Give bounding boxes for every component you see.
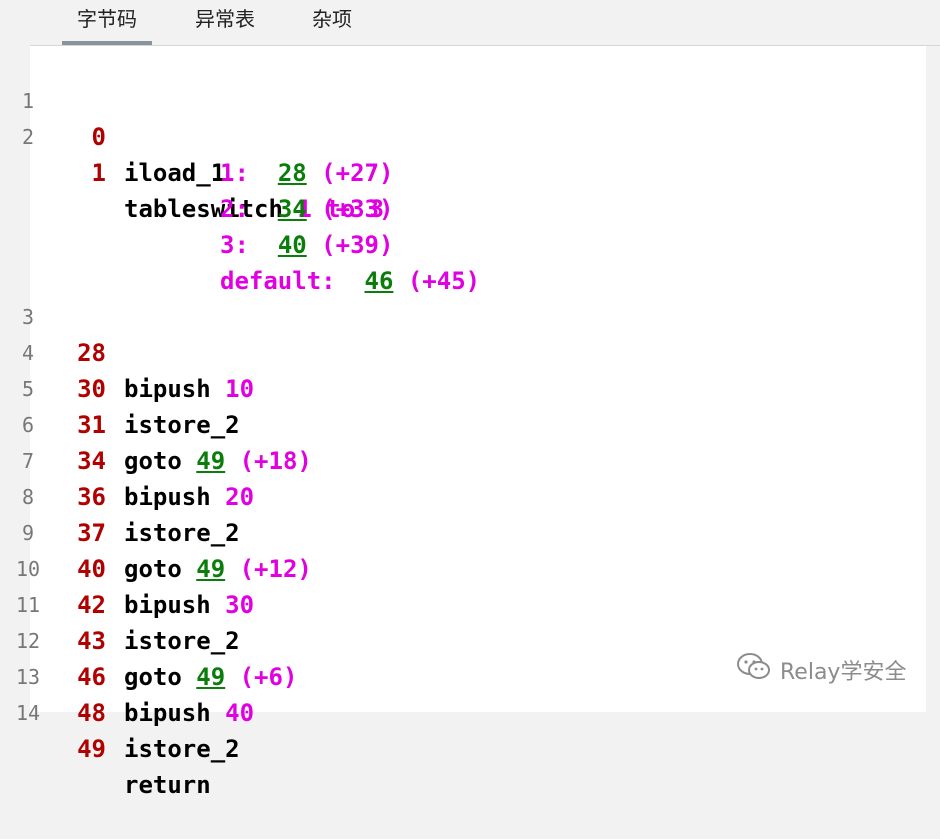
code-line: 1 0 iload_1 (0, 47, 225, 187)
jump-delta: (+12) (239, 555, 312, 583)
jump-delta: (+39) (321, 231, 394, 259)
tab-bar: 字节码 异常表 杂项 (0, 0, 940, 46)
jump-target-link[interactable]: 46 (365, 267, 394, 295)
jump-delta: (+27) (321, 159, 394, 187)
operand: 10 (225, 375, 255, 403)
instruction: bipush 30 (124, 587, 254, 623)
instruction: istore_2 (124, 515, 240, 551)
tab-exception-table[interactable]: 异常表 (180, 0, 270, 45)
tab-misc[interactable]: 杂项 (300, 0, 364, 45)
watermark: Relay学安全 (736, 652, 906, 688)
operand: 40 (225, 699, 255, 727)
opcode: iload_1 (124, 159, 226, 187)
code-line: 8 37 goto 49 (+12) (0, 443, 312, 583)
tab-bytecode[interactable]: 字节码 (62, 0, 152, 45)
instruction: bipush 40 (124, 695, 254, 731)
opcode: bipush (124, 699, 211, 727)
operand: 20 (225, 483, 255, 511)
instruction: istore_2 (124, 731, 240, 767)
case-key: default: (220, 267, 336, 295)
code-line: 9 40 bipush 30 (0, 479, 254, 619)
code-line: 4 30 istore_2 (0, 299, 240, 439)
jump-delta: (+45) (407, 267, 481, 295)
line-number: 14 (15, 701, 41, 725)
code-line: 12 46 bipush 40 (0, 587, 254, 727)
opcode: return (124, 771, 211, 799)
code-line: 11 43 goto 49 (+6) (0, 551, 297, 691)
opcode: istore_2 (124, 735, 240, 763)
case-key: 3: (220, 231, 249, 259)
opcode: istore_2 (124, 627, 240, 655)
case-key: 1: (220, 159, 249, 187)
code-line: 6 34 bipush 20 (0, 371, 254, 511)
jump-target-link[interactable]: 49 (196, 663, 225, 691)
opcode: istore_2 (124, 519, 240, 547)
opcode: bipush (124, 375, 211, 403)
jump-target-link[interactable]: 49 (196, 447, 225, 475)
instruction: istore_2 (124, 623, 240, 659)
opcode: istore_2 (124, 411, 240, 439)
instruction: bipush 10 (124, 371, 254, 407)
opcode: goto (124, 555, 182, 583)
instruction: iload_1 (124, 155, 225, 191)
instruction: goto 49 (+12) (124, 551, 312, 587)
switch-case-line: default: 46 (+45) (0, 227, 480, 295)
switch-case-line: 1: 28 (+27) (0, 119, 393, 187)
code-line: 3 28 bipush 10 (0, 263, 254, 403)
instruction: istore_2 (124, 407, 240, 443)
watermark-text: Relay学安全 (780, 660, 907, 685)
jump-delta: (+18) (239, 447, 312, 475)
opcode: goto (124, 663, 182, 691)
opcode: bipush (124, 483, 211, 511)
instruction: goto 49 (+18) (124, 443, 312, 479)
code-line: 7 36 istore_2 (0, 407, 240, 547)
instruction: return (124, 767, 211, 803)
jump-target-link[interactable]: 28 (278, 159, 307, 187)
code-line: 10 42 istore_2 (0, 515, 240, 655)
code-line: 5 31 goto 49 (+18) (0, 335, 312, 475)
code-line: 14 49 return (0, 659, 211, 799)
wechat-icon (736, 652, 772, 688)
switch-case-line: 2: 34 (+33) (0, 155, 393, 223)
jump-delta: (+33) (321, 195, 394, 223)
instruction: goto 49 (+6) (124, 659, 297, 695)
code-line: 13 48 istore_2 (0, 623, 240, 763)
switch-case-line: 3: 40 (+39) (0, 191, 393, 259)
code-line: 2 1 tableswitch 1 to 3 (0, 83, 384, 223)
case-key: 2: (220, 195, 249, 223)
jump-target-link[interactable]: 40 (278, 231, 307, 259)
instruction: bipush 20 (124, 479, 254, 515)
jump-target-link[interactable]: 49 (196, 555, 225, 583)
opcode: goto (124, 447, 182, 475)
opcode: bipush (124, 591, 211, 619)
bytecode-offset: 49 (77, 735, 106, 763)
jump-delta: (+6) (239, 663, 298, 691)
jump-target-link[interactable]: 34 (278, 195, 307, 223)
operand: 30 (225, 591, 255, 619)
